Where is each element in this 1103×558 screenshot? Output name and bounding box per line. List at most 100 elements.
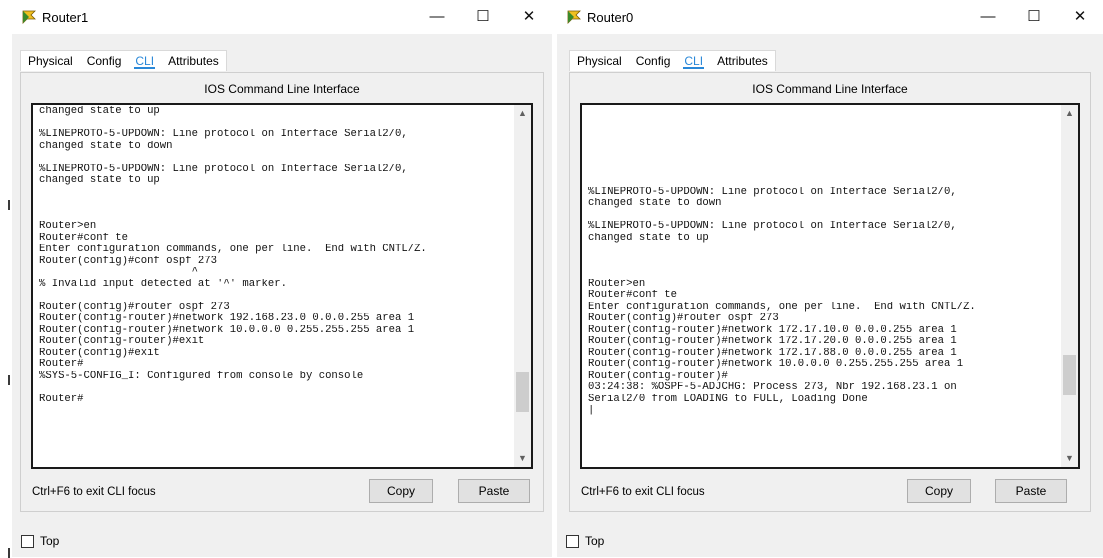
close-icon: ✕	[522, 8, 536, 25]
router1-window: Router1 — ☐ ✕ Physical Config CLI Attribute…	[12, 0, 552, 557]
tab-cli[interactable]: CLI	[677, 51, 710, 71]
terminal-line: %LINEPROTO-5-UPDOWN: Line protocol on In…	[39, 163, 408, 175]
terminal-line: Serial2/0 from LOADING to FULL, Loading …	[588, 393, 868, 405]
window-title: Router1	[42, 10, 89, 25]
terminal-line: % Invalid input detected at '^' marker.	[39, 278, 287, 290]
scroll-up-arrow-icon[interactable]: ▲	[1061, 105, 1078, 122]
terminal-line: Router#conf te	[588, 290, 678, 301]
terminal-line: Router(config-router)#exit	[39, 336, 205, 347]
cli-terminal[interactable]: %LINEPROTO-5-UPDOWN: Line protocol on In…	[580, 103, 1080, 469]
cli-focus-hint: Ctrl+F6 to exit CLI focus	[581, 486, 705, 498]
terminal-line: Router(config)#router ospf 273	[588, 313, 779, 324]
scroll-down-arrow-icon[interactable]: ▼	[514, 450, 531, 467]
terminal-line: Router(config-router)#network 172.17.20.…	[588, 336, 957, 347]
terminal-output: changed state to up %LINEPROTO-5-UPDOWN: …	[39, 106, 509, 405]
tab-bar: Physical Config CLI Attributes	[20, 50, 227, 71]
terminal-line: Enter configuration commands, one per li…	[39, 244, 427, 255]
terminal-line: changed state to up	[39, 175, 160, 186]
paste-button[interactable]: Paste	[995, 479, 1067, 503]
scrollbar-thumb[interactable]	[1063, 355, 1076, 395]
close-button[interactable]: ✕	[1057, 0, 1103, 34]
top-checkbox[interactable]	[21, 535, 34, 548]
router-icon	[22, 10, 36, 24]
panel-title: IOS Command Line Interface	[752, 82, 908, 96]
panel-title: IOS Command Line Interface	[204, 82, 360, 96]
scroll-down-arrow-icon[interactable]: ▼	[1061, 450, 1078, 467]
close-icon: ✕	[1073, 8, 1087, 25]
terminal-line: %LINEPROTO-5-UPDOWN: Line protocol on In…	[588, 186, 957, 198]
terminal-line: Enter configuration commands, one per li…	[588, 301, 976, 313]
terminal-output: %LINEPROTO-5-UPDOWN: Line protocol on In…	[588, 106, 1056, 417]
window-title: Router0	[587, 10, 634, 25]
terminal-line: Router(config)#exit	[39, 347, 160, 359]
tab-physical[interactable]: Physical	[570, 51, 629, 71]
title-bar[interactable]: Router0 — ☐ ✕	[557, 0, 1103, 34]
terminal-line: 03:24:38: %OSPF-5-ADJCHG: Process 273, N…	[588, 382, 957, 393]
maximize-button[interactable]: ☐	[1011, 0, 1057, 34]
tab-attributes[interactable]: Attributes	[710, 51, 775, 71]
minimize-button[interactable]: —	[414, 0, 460, 34]
maximize-icon: ☐	[1027, 8, 1041, 25]
terminal-line: Router(config)#conf ospf 273	[39, 255, 218, 267]
terminal-line: changed state to up	[39, 106, 160, 117]
top-checkbox-label: Top	[585, 534, 605, 548]
terminal-line: %LINEPROTO-5-UPDOWN: Line protocol on In…	[588, 221, 957, 232]
copy-button[interactable]: Copy	[907, 479, 971, 503]
terminal-line: Router(config-router)#	[588, 370, 728, 382]
vertical-scrollbar[interactable]: ▲ ▼	[1061, 105, 1078, 467]
vertical-scrollbar[interactable]: ▲ ▼	[514, 105, 531, 467]
terminal-line: Router(config)#router ospf 273	[39, 301, 230, 313]
tab-attributes[interactable]: Attributes	[161, 51, 226, 71]
bottom-bar: Top	[557, 526, 1103, 557]
router-icon	[567, 10, 581, 24]
paste-button[interactable]: Paste	[458, 479, 530, 503]
top-checkbox-label: Top	[40, 534, 60, 548]
terminal-line: changed state to down	[588, 198, 722, 209]
terminal-line: Router(config-router)#network 192.168.23…	[39, 313, 415, 324]
terminal-line: %LINEPROTO-5-UPDOWN: Line protocol on In…	[39, 129, 408, 140]
terminal-line: changed state to up	[588, 232, 709, 244]
tab-cli[interactable]: CLI	[128, 51, 161, 71]
maximize-icon: ☐	[476, 8, 490, 25]
tab-physical[interactable]: Physical	[21, 51, 80, 71]
scrollbar-thumb[interactable]	[516, 372, 529, 412]
cli-panel: IOS Command Line Interface %LINEPROTO-5-…	[569, 72, 1091, 512]
terminal-line: |	[588, 405, 595, 416]
copy-button[interactable]: Copy	[369, 479, 433, 503]
edge-mark	[8, 375, 10, 385]
cli-focus-hint: Ctrl+F6 to exit CLI focus	[32, 486, 156, 498]
cli-panel: IOS Command Line Interface changed state…	[20, 72, 544, 512]
cli-terminal[interactable]: changed state to up %LINEPROTO-5-UPDOWN: …	[31, 103, 533, 469]
terminal-line: Router(config-router)#network 172.17.88.…	[588, 347, 957, 359]
terminal-line: Router(config-router)#network 10.0.0.0 0…	[588, 359, 964, 370]
scroll-up-arrow-icon[interactable]: ▲	[514, 105, 531, 122]
minimize-button[interactable]: —	[965, 0, 1011, 34]
title-bar[interactable]: Router1 — ☐ ✕	[12, 0, 552, 34]
background-window-edge	[0, 0, 12, 558]
terminal-line: Router#	[39, 359, 84, 370]
maximize-button[interactable]: ☐	[460, 0, 506, 34]
terminal-line: Router>en	[588, 278, 646, 290]
tab-config[interactable]: Config	[80, 51, 129, 71]
top-checkbox[interactable]	[566, 535, 579, 548]
tab-config[interactable]: Config	[629, 51, 678, 71]
close-button[interactable]: ✕	[506, 0, 552, 34]
terminal-line: changed state to down	[39, 140, 173, 152]
tab-bar: Physical Config CLI Attributes	[569, 50, 776, 71]
terminal-line: %SYS-5-CONFIG_I: Configured from console…	[39, 370, 364, 382]
